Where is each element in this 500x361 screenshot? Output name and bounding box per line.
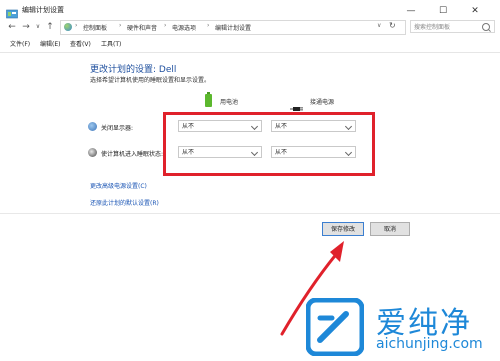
watermark-url: aichunjing.com	[376, 336, 483, 352]
watermark-logo-icon	[305, 297, 365, 357]
